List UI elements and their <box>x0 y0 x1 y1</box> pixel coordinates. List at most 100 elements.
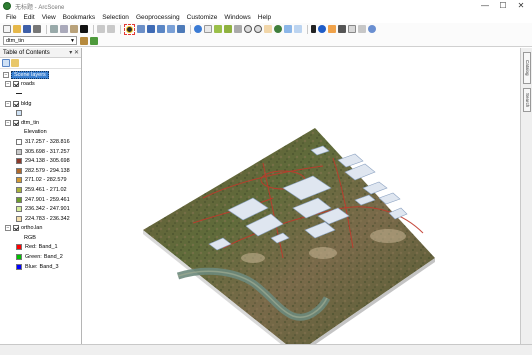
fly-icon[interactable] <box>204 25 212 33</box>
legend-item: 271.02 - 282.579 <box>0 176 81 186</box>
scene-view[interactable] <box>83 48 519 344</box>
class-swatch <box>16 148 22 155</box>
print-icon[interactable] <box>33 25 41 33</box>
add-data-button[interactable] <box>124 23 135 35</box>
menu-file[interactable]: File <box>6 14 16 21</box>
layer-row-roads[interactable]: − roads <box>0 80 81 90</box>
list-by-source-icon[interactable] <box>11 59 19 67</box>
paste-icon[interactable] <box>70 25 78 33</box>
animation-icon[interactable] <box>348 25 356 33</box>
toc-root[interactable]: − Scene layers <box>0 70 81 80</box>
zoom-to-target-icon[interactable] <box>224 25 232 33</box>
layer-name[interactable]: bldg <box>21 101 31 107</box>
select-elements-icon[interactable] <box>311 25 316 33</box>
search-tab[interactable]: Search <box>523 88 531 112</box>
zoom-in-icon[interactable] <box>244 25 252 33</box>
legend-item: 305.698 - 317.257 <box>0 147 81 157</box>
maximize-button[interactable]: ☐ <box>494 0 512 11</box>
full-extent-icon[interactable] <box>274 25 282 33</box>
visibility-checkbox[interactable] <box>13 119 19 126</box>
zoom-out-icon[interactable] <box>254 25 262 33</box>
minimize-button[interactable]: — <box>476 0 494 11</box>
collapse-icon[interactable]: − <box>5 225 11 232</box>
layer-toolbar: dtm_tin ▼ <box>0 35 532 47</box>
layer-row-ortho[interactable]: − ortho.lan <box>0 224 81 234</box>
status-bar <box>0 344 532 355</box>
class-swatch <box>16 196 22 203</box>
legend-item <box>0 89 81 99</box>
layer-dropdown[interactable]: dtm_tin ▼ <box>3 36 77 45</box>
class-label: 224.783 - 236.342 <box>25 215 70 222</box>
layer-tool-icon[interactable] <box>80 36 88 45</box>
pan-icon[interactable] <box>264 25 272 33</box>
window-title: 无标题 - ArcScene <box>15 4 65 11</box>
visibility-checkbox[interactable] <box>13 81 19 88</box>
help-icon[interactable] <box>368 25 376 33</box>
select-features-icon[interactable] <box>284 25 292 33</box>
bookmark-icon[interactable] <box>358 25 366 33</box>
class-swatch <box>16 186 22 193</box>
legend-item: 259.461 - 271.02 <box>0 185 81 195</box>
toc-window-icon[interactable] <box>177 25 185 33</box>
target-center-icon[interactable] <box>214 25 222 33</box>
toc-pin-controls[interactable]: ▾ ✕ <box>69 48 79 58</box>
list-by-drawing-order-icon[interactable] <box>2 59 10 67</box>
band-name: Band_2 <box>43 254 63 261</box>
menu-customize[interactable]: Customize <box>187 14 218 21</box>
class-swatch <box>16 215 22 222</box>
collapse-icon[interactable]: − <box>5 100 11 107</box>
hyperlink-icon[interactable] <box>328 25 336 33</box>
collapse-icon[interactable]: − <box>5 119 11 126</box>
menu-edit[interactable]: Edit <box>23 14 34 21</box>
band-label: Blue: <box>25 263 38 270</box>
collapse-icon[interactable]: − <box>5 81 11 88</box>
class-label: 317.257 - 328.816 <box>25 138 70 145</box>
delete-icon[interactable] <box>80 25 88 33</box>
chevron-down-icon: ▼ <box>70 38 75 44</box>
catalog-tab[interactable]: Catalog <box>523 52 531 84</box>
cut-icon[interactable] <box>50 25 58 33</box>
menu-bookmarks[interactable]: Bookmarks <box>63 14 96 21</box>
measure-icon[interactable] <box>338 25 346 33</box>
menu-geoprocessing[interactable]: Geoprocessing <box>136 14 180 21</box>
interpolate-icon[interactable] <box>90 36 98 45</box>
table-icon[interactable] <box>167 25 175 33</box>
collapse-icon[interactable]: − <box>3 71 9 78</box>
class-label: 247.901 - 259.461 <box>25 196 70 203</box>
open-icon[interactable] <box>13 25 21 33</box>
observer-icon[interactable] <box>234 25 242 33</box>
navigate-icon[interactable] <box>194 25 202 33</box>
layer-row-dtm-tin[interactable]: − dtm_tin <box>0 118 81 128</box>
close-button[interactable]: ✕ <box>512 0 530 11</box>
menu-help[interactable]: Help <box>258 14 271 21</box>
new-icon[interactable] <box>3 25 11 33</box>
catalog-icon[interactable] <box>157 25 165 33</box>
save-icon[interactable] <box>23 25 31 33</box>
legend-field-name: Elevation <box>24 129 47 136</box>
menu-windows[interactable]: Windows <box>224 14 250 21</box>
layer-name[interactable]: dtm_tin <box>21 120 39 126</box>
menu-selection[interactable]: Selection <box>102 14 129 21</box>
identify-icon[interactable] <box>318 25 326 33</box>
scene-properties-icon[interactable] <box>137 25 145 33</box>
scene-3d-render <box>143 128 435 344</box>
menu-view[interactable]: View <box>42 14 56 21</box>
clear-selection-icon[interactable] <box>294 25 302 33</box>
toc-toolbar <box>0 58 81 69</box>
visibility-checkbox[interactable] <box>13 225 19 232</box>
band-name: Band_3 <box>39 263 59 270</box>
layer-row-bldg[interactable]: − bldg <box>0 99 81 109</box>
layer-properties-icon[interactable] <box>147 25 155 33</box>
layer-name[interactable]: ortho.lan <box>21 225 42 231</box>
redo-icon[interactable] <box>107 25 115 33</box>
undo-icon[interactable] <box>97 25 105 33</box>
copy-icon[interactable] <box>60 25 68 33</box>
menu-bar: File Edit View Bookmarks Selection Geopr… <box>0 12 532 23</box>
visibility-checkbox[interactable] <box>13 100 19 107</box>
table-of-contents: Table of Contents ▾ ✕ − Scene layers − r… <box>0 48 82 344</box>
scene-layers-label[interactable]: Scene layers <box>11 70 49 79</box>
class-swatch <box>16 138 22 145</box>
legend-item: 236.342 - 247.901 <box>0 204 81 214</box>
band-swatch <box>16 263 22 270</box>
layer-name[interactable]: roads <box>21 81 35 87</box>
